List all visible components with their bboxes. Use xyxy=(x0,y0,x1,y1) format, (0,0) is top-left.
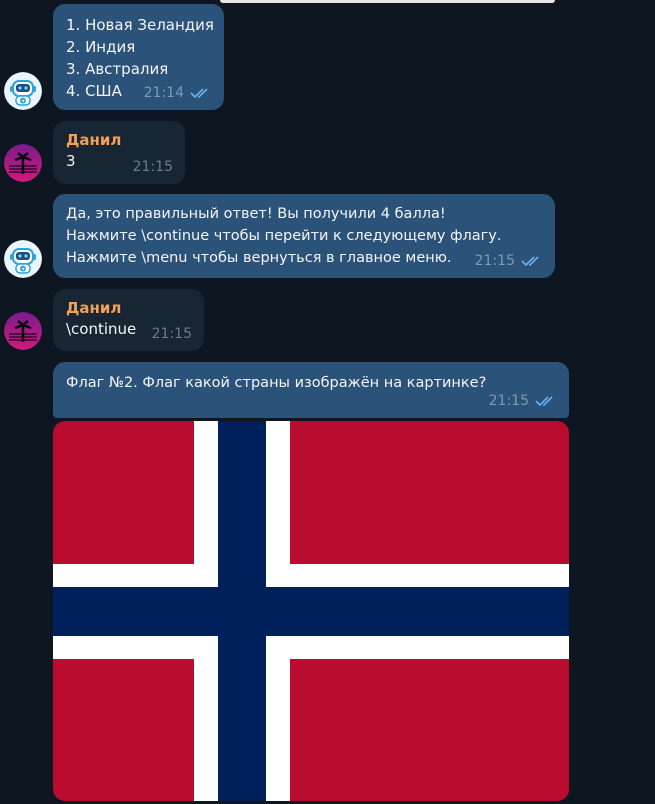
robot-icon xyxy=(4,72,42,110)
palm-sunset-icon xyxy=(4,312,42,350)
bot-message-question[interactable]: Флаг №2. Флаг какой страны изображён на … xyxy=(53,362,569,418)
bot-avatar[interactable] xyxy=(4,240,42,278)
message-meta: 21:15 xyxy=(152,323,192,345)
option-line-2: 2. Индия xyxy=(66,38,136,56)
double-check-icon xyxy=(521,256,539,267)
sender-name[interactable]: Данил xyxy=(66,130,172,150)
option-line-3: 3. Австралия xyxy=(66,60,169,78)
user-avatar[interactable] xyxy=(4,144,42,182)
user-message-continue[interactable]: Данил \continue 21:15 xyxy=(53,289,204,351)
message-time: 21:15 xyxy=(132,159,173,175)
result-line-3: Нажмите \menu чтобы вернуться в главное … xyxy=(66,250,452,266)
message-meta: 21:15 xyxy=(489,390,557,412)
bot-message-result[interactable]: Да, это правильный ответ! Вы получили 4 … xyxy=(53,194,555,278)
double-check-icon xyxy=(535,396,553,407)
bot-message-options[interactable]: 1. Новая Зеландия 2. Индия 3. Австралия … xyxy=(53,4,224,110)
flag-image[interactable] xyxy=(53,421,569,801)
result-line-1: Да, это правильный ответ! Вы получили 4 … xyxy=(66,206,446,222)
robot-icon xyxy=(4,240,42,278)
palm-sunset-icon xyxy=(4,144,42,182)
bot-avatar[interactable] xyxy=(4,72,42,110)
double-check-icon xyxy=(190,88,208,99)
message-meta: 21:15 xyxy=(475,250,543,272)
user-message-answer[interactable]: Данил 3 21:15 xyxy=(53,121,185,184)
norway-flag-picture xyxy=(53,421,569,801)
sender-name[interactable]: Данил xyxy=(66,298,191,318)
message-time: 21:14 xyxy=(143,85,184,101)
message-time: 21:15 xyxy=(474,253,515,269)
message-time: 21:15 xyxy=(488,393,529,409)
message-meta: 21:15 xyxy=(133,156,173,178)
result-line-2: Нажмите \continue чтобы перейти к следую… xyxy=(66,228,502,244)
user-avatar[interactable] xyxy=(4,312,42,350)
option-line-1: 1. Новая Зеландия xyxy=(66,16,214,34)
previous-message-edge xyxy=(220,0,555,3)
message-time: 21:15 xyxy=(151,326,192,342)
message-meta: 21:14 xyxy=(144,82,212,104)
question-text: Флаг №2. Флаг какой страны изображён на … xyxy=(66,375,487,391)
